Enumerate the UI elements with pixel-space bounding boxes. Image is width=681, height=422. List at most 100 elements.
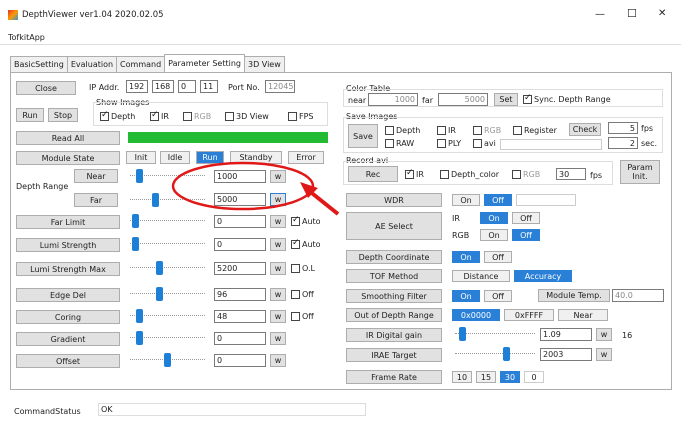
ip-field-2[interactable]: 168 — [152, 80, 174, 93]
fr-30[interactable]: 30 — [500, 371, 520, 383]
color-near-field[interactable]: 1000 — [368, 93, 418, 106]
color-set-button[interactable]: Set — [494, 93, 518, 106]
lumi-strength-slider[interactable] — [130, 236, 205, 254]
ae-select-button[interactable]: AE Select — [346, 212, 442, 240]
near-button[interactable]: Near — [74, 169, 118, 183]
save-depth-checkbox[interactable]: Depth — [385, 126, 420, 135]
stop-button[interactable]: Stop — [48, 108, 78, 122]
save-raw-checkbox[interactable]: RAW — [385, 139, 414, 148]
gradient-button[interactable]: Gradient — [16, 332, 120, 346]
irae-slider[interactable] — [455, 346, 535, 364]
module-state-button[interactable]: Module State — [16, 151, 120, 165]
ae-rgb-off[interactable]: Off — [512, 229, 540, 241]
param-init-button[interactable]: Param Init. — [620, 160, 660, 184]
tof-distance[interactable]: Distance — [452, 270, 510, 282]
frame-rate-button[interactable]: Frame Rate — [346, 370, 442, 384]
save-rgb-checkbox[interactable]: RGB — [473, 126, 501, 135]
close-button[interactable]: Close — [16, 81, 76, 95]
close-icon[interactable]: ✕ — [658, 8, 666, 19]
ir-gain-slider[interactable] — [455, 326, 535, 344]
coring-button[interactable]: Coring — [16, 310, 120, 324]
slider-thumb[interactable] — [132, 237, 139, 251]
slider-thumb[interactable] — [152, 193, 159, 207]
tab-basic-setting[interactable]: BasicSetting — [10, 56, 68, 72]
edge-del-field[interactable]: 96 — [214, 288, 266, 301]
slider-thumb[interactable] — [164, 353, 171, 367]
coring-off-checkbox[interactable]: Off — [291, 312, 314, 321]
irae-write-button[interactable]: w — [596, 348, 612, 361]
wdr-button[interactable]: WDR — [346, 193, 442, 207]
slider-thumb[interactable] — [156, 287, 163, 301]
tof-accuracy[interactable]: Accuracy — [514, 270, 572, 282]
sec-field[interactable]: 2 — [608, 137, 638, 149]
slider-thumb[interactable] — [459, 327, 466, 341]
module-temp-button[interactable]: Module Temp. — [538, 289, 610, 302]
edge-del-off-checkbox[interactable]: Off — [291, 290, 314, 299]
fps-field[interactable]: 5 — [608, 122, 638, 134]
lumi-strength-button[interactable]: Lumi Strength — [16, 238, 120, 252]
maximize-icon[interactable]: ☐ — [627, 7, 637, 20]
save-path-field[interactable] — [500, 139, 602, 150]
tab-3d-view[interactable]: 3D View — [243, 56, 285, 72]
ip-field-3[interactable]: 0 — [178, 80, 196, 93]
ir-gain-write-button[interactable]: w — [596, 328, 612, 341]
slider-thumb[interactable] — [136, 169, 143, 183]
save-register-checkbox[interactable]: Register — [513, 126, 557, 135]
edge-del-write-button[interactable]: w — [270, 288, 286, 301]
lumi-strength-max-button[interactable]: Lumi Strength Max — [16, 262, 120, 276]
lumi-strength-write-button[interactable]: w — [270, 238, 286, 251]
offset-slider[interactable] — [130, 352, 205, 370]
gradient-write-button[interactable]: w — [270, 332, 286, 345]
gradient-slider[interactable] — [130, 330, 205, 348]
irae-target-button[interactable]: IRAE Target — [346, 348, 442, 362]
ae-ir-on[interactable]: On — [480, 212, 508, 224]
far-limit-button[interactable]: Far Limit — [16, 215, 120, 229]
color-far-field[interactable]: 5000 — [438, 93, 488, 106]
minimize-icon[interactable]: — — [595, 9, 605, 20]
slider-thumb[interactable] — [503, 347, 510, 361]
lumi-strength-auto-checkbox[interactable]: Auto — [291, 238, 321, 249]
offset-write-button[interactable]: w — [270, 354, 286, 367]
lumi-strength-field[interactable]: 0 — [214, 238, 266, 251]
slider-thumb[interactable] — [136, 309, 143, 323]
coring-slider[interactable] — [130, 308, 205, 326]
lumi-strength-max-field[interactable]: 5200 — [214, 262, 266, 275]
ood-near[interactable]: Near — [558, 309, 608, 321]
check-button[interactable]: Check — [569, 123, 601, 136]
wdr-off[interactable]: Off — [484, 194, 512, 206]
rec-depth-color-checkbox[interactable]: Depth_color — [440, 170, 499, 179]
edge-del-button[interactable]: Edge Del — [16, 288, 120, 302]
sync-depth-range-checkbox[interactable]: Sync. Depth Range — [523, 93, 611, 104]
depth-coord-on[interactable]: On — [452, 251, 480, 263]
ir-gain-field[interactable]: 1.09 — [540, 328, 592, 341]
coring-field[interactable]: 48 — [214, 310, 266, 323]
tab-parameter-setting[interactable]: Parameter Setting — [164, 54, 245, 71]
wdr-on[interactable]: On — [452, 194, 480, 206]
out-of-depth-range-button[interactable]: Out of Depth Range — [346, 308, 442, 322]
edge-del-slider[interactable] — [130, 286, 205, 304]
fr-15[interactable]: 15 — [476, 371, 496, 383]
save-button[interactable]: Save — [348, 124, 378, 148]
tab-command[interactable]: Command — [116, 56, 166, 72]
smoothing-on[interactable]: On — [452, 290, 480, 302]
save-avi-checkbox[interactable]: avi — [473, 139, 496, 148]
offset-field[interactable]: 0 — [214, 354, 266, 367]
menu-tofkitapp[interactable]: TofkitApp — [8, 33, 45, 42]
coring-write-button[interactable]: w — [270, 310, 286, 323]
read-all-button[interactable]: Read All — [16, 131, 120, 145]
slider-thumb[interactable] — [132, 214, 139, 228]
fr-10[interactable]: 10 — [452, 371, 472, 383]
lumi-strength-max-ol-checkbox[interactable]: O.L — [291, 264, 315, 273]
slider-thumb[interactable] — [156, 261, 163, 275]
lumi-strength-max-write-button[interactable]: w — [270, 262, 286, 275]
save-ply-checkbox[interactable]: PLY — [437, 139, 461, 148]
port-field[interactable]: 12045 — [265, 80, 295, 93]
rec-button[interactable]: Rec — [348, 166, 398, 182]
ip-field-1[interactable]: 192 — [126, 80, 148, 93]
far-button[interactable]: Far — [74, 193, 118, 207]
ae-ir-off[interactable]: Off — [512, 212, 540, 224]
offset-button[interactable]: Offset — [16, 354, 120, 368]
ood-0x0000[interactable]: 0x0000 — [452, 309, 500, 321]
ir-digital-gain-button[interactable]: IR Digital gain — [346, 328, 442, 342]
rec-rgb-checkbox[interactable]: RGB — [512, 170, 540, 179]
